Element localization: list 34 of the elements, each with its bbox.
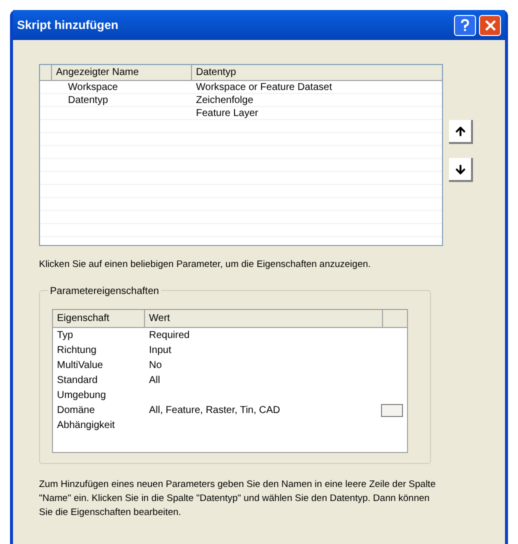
property-name: Typ — [57, 330, 74, 342]
question-mark-icon — [460, 18, 470, 32]
help-button[interactable] — [454, 14, 476, 36]
property-name: Abhängigkeit — [57, 420, 115, 432]
table-cell: Feature Layer — [196, 108, 258, 119]
property-name: Standard — [57, 375, 98, 386]
property-value: All, Feature, Raster, Tin, CAD — [149, 405, 280, 416]
property-value: No — [149, 360, 162, 372]
column-header[interactable]: Datentyp — [192, 65, 442, 80]
browse-button[interactable] — [381, 404, 403, 418]
move-down-button[interactable] — [449, 158, 473, 182]
table-cell: Workspace — [68, 82, 118, 93]
arrow-down-icon — [454, 162, 466, 176]
property-name: Richtung — [57, 345, 96, 356]
close-icon — [484, 20, 496, 30]
property-value: Input — [149, 345, 172, 356]
move-up-button[interactable] — [449, 120, 473, 144]
property-value: Required — [149, 330, 190, 342]
close-button[interactable] — [479, 14, 501, 36]
hint-text: Klicken Sie auf einen beliebigen Parameter, um die Eigenschaften anzuzeigen. — [39, 258, 372, 272]
property-name: MultiValue — [57, 360, 103, 372]
property-value: All — [149, 375, 160, 386]
property-name: Domäne — [57, 405, 95, 416]
property-name: Umgebung — [57, 390, 106, 402]
column-header[interactable]: Wert — [145, 310, 383, 328]
table-cell: Zeichenfolge — [196, 95, 254, 106]
window-title: Skript hinzufügen — [17, 17, 118, 34]
column-header[interactable]: Angezeigter Name — [52, 65, 192, 80]
arrow-up-icon — [454, 124, 466, 138]
table-cell: Workspace or Feature Dataset — [196, 82, 332, 93]
column-header[interactable]: Eigenschaft — [53, 310, 145, 328]
group-title: Parametereigenschaften — [48, 284, 161, 300]
instructions-text: Zum Hinzufügen eines neuen Parameters geben Sie den Namen in eine leere Zeile der Spalte "Name" ein. Klicken Sie in die Spalte "Datentyp" und wählen Sie den Datentyp. Dann können Sie die Eigenschaften bearbeiten. — [39, 478, 437, 520]
table-cell: Datentyp — [68, 95, 108, 106]
